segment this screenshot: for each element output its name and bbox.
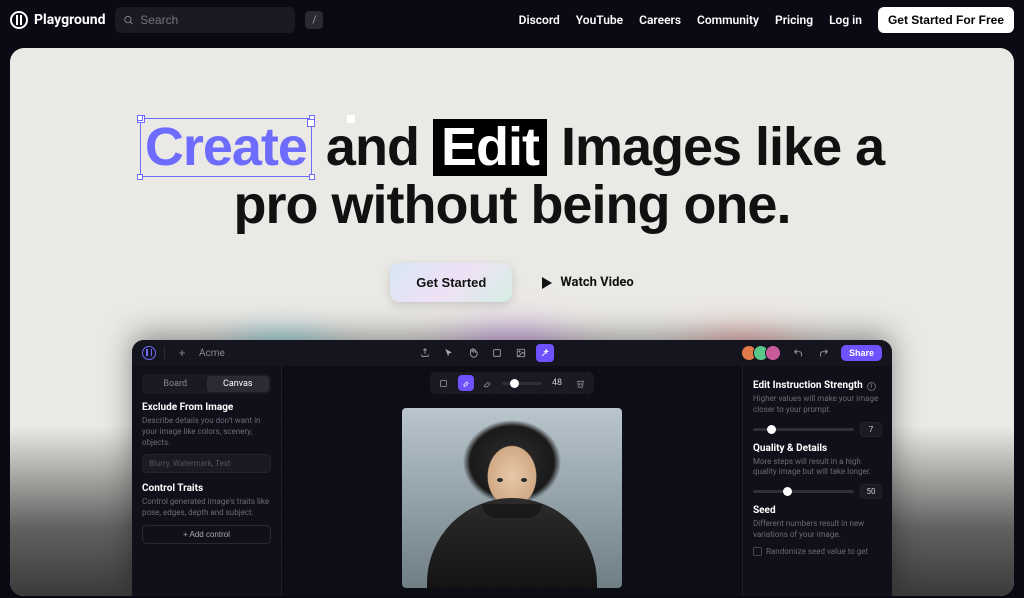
- hero-word-and: and: [312, 117, 433, 177]
- left-panel: Board Canvas Exclude From Image Describe…: [132, 366, 282, 596]
- hero: Create and Edit Images like a pro withou…: [10, 48, 1014, 596]
- right-panel: Edit Instruction Strengthi Higher values…: [742, 366, 892, 596]
- nav-link-community[interactable]: Community: [697, 13, 759, 27]
- control-title: Control Traits: [142, 483, 271, 494]
- exclude-title: Exclude From Image: [142, 402, 271, 413]
- randomize-row[interactable]: Randomize seed value to get: [753, 547, 882, 558]
- quality-value[interactable]: 50: [860, 484, 882, 499]
- trash-icon[interactable]: [572, 375, 588, 391]
- hero-word-edit: Edit: [433, 119, 547, 176]
- app-topbar: Acme Share: [132, 340, 892, 366]
- nav-link-youtube[interactable]: YouTube: [576, 13, 623, 27]
- tab-board[interactable]: Board: [144, 376, 207, 392]
- nav-links: Discord YouTube Careers Community Pricin…: [519, 7, 1014, 33]
- exclude-input[interactable]: Blurry, Watermark, Text: [142, 454, 271, 473]
- brush-icon[interactable]: [458, 375, 474, 391]
- hero-get-started-button[interactable]: Get Started: [390, 263, 512, 302]
- nav-link-discord[interactable]: Discord: [519, 13, 560, 27]
- cursor-icon[interactable]: [440, 344, 458, 362]
- undo-icon[interactable]: [789, 344, 807, 362]
- control-desc: Control generated image's traits like po…: [142, 497, 271, 519]
- tab-canvas[interactable]: Canvas: [207, 376, 270, 392]
- hero-rest-line1: Images like a: [547, 117, 884, 177]
- get-started-free-button[interactable]: Get Started For Free: [878, 7, 1014, 33]
- hand-icon[interactable]: [464, 344, 482, 362]
- eraser-icon[interactable]: [480, 375, 496, 391]
- hero-title: Create and Edit Images like a pro withou…: [10, 118, 1014, 233]
- add-control-button[interactable]: + Add control: [142, 525, 271, 544]
- frame-icon[interactable]: [488, 344, 506, 362]
- quality-slider[interactable]: [753, 490, 854, 493]
- brush-size-slider[interactable]: [502, 382, 542, 385]
- search-input[interactable]: [140, 13, 287, 27]
- info-icon[interactable]: i: [867, 382, 876, 391]
- seed-desc: Different numbers result in new variatio…: [753, 519, 882, 541]
- search-box[interactable]: [115, 7, 295, 33]
- nav-link-pricing[interactable]: Pricing: [775, 13, 813, 27]
- brush-minus-icon[interactable]: [436, 375, 452, 391]
- magic-wand-icon[interactable]: [536, 344, 554, 362]
- canvas-toolbar: 48: [430, 372, 594, 394]
- left-tabs: Board Canvas: [142, 374, 271, 394]
- top-nav: Playground / Discord YouTube Careers Com…: [0, 0, 1024, 40]
- canvas[interactable]: 48: [282, 366, 742, 596]
- brush-size-value: 48: [548, 378, 566, 388]
- hero-word-create: Create: [140, 118, 312, 177]
- play-icon: [542, 277, 552, 289]
- watch-video-label: Watch Video: [560, 275, 633, 290]
- brand[interactable]: Playground: [10, 11, 105, 29]
- share-button[interactable]: Share: [841, 345, 882, 361]
- strength-value[interactable]: 7: [860, 422, 882, 437]
- app-center-tools: [416, 344, 554, 362]
- search-shortcut: /: [305, 11, 323, 29]
- brand-name: Playground: [34, 12, 105, 28]
- search-icon: [123, 14, 134, 26]
- generated-image[interactable]: [402, 408, 622, 588]
- app-logo-icon: [142, 346, 156, 360]
- hero-line2: pro without being one.: [234, 175, 791, 235]
- strength-title: Edit Instruction Strengthi: [753, 380, 882, 391]
- collaborator-avatars[interactable]: [745, 345, 781, 361]
- redo-icon[interactable]: [815, 344, 833, 362]
- image-icon[interactable]: [512, 344, 530, 362]
- quality-title: Quality & Details: [753, 443, 882, 454]
- avatar: [765, 345, 781, 361]
- breadcrumb[interactable]: Acme: [199, 348, 225, 359]
- strength-desc: Higher values will make your image close…: [753, 394, 882, 416]
- hero-watch-video-button[interactable]: Watch Video: [542, 275, 633, 290]
- export-icon[interactable]: [416, 344, 434, 362]
- nav-link-login[interactable]: Log in: [829, 13, 862, 27]
- strength-slider[interactable]: [753, 428, 854, 431]
- checkbox-icon[interactable]: [753, 547, 762, 556]
- nav-link-careers[interactable]: Careers: [639, 13, 681, 27]
- quality-desc: More steps will result in a high quality…: [753, 457, 882, 479]
- playground-logo-icon: [10, 11, 28, 29]
- add-icon[interactable]: [173, 344, 191, 362]
- app-preview: Acme Share: [132, 340, 892, 596]
- seed-title: Seed: [753, 505, 882, 516]
- exclude-desc: Describe details you don't want in your …: [142, 416, 271, 448]
